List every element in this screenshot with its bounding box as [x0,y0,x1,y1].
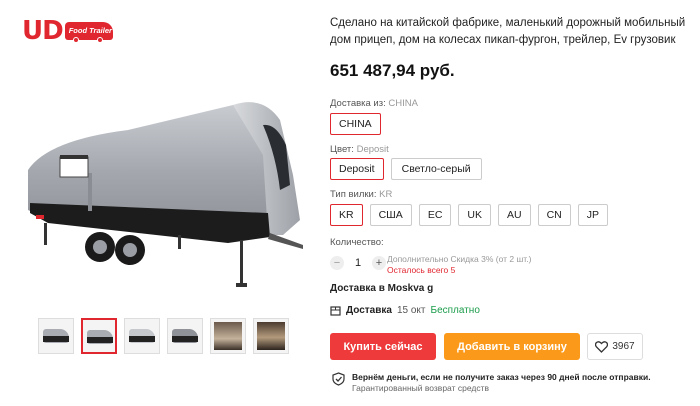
guarantee-title: Вернём деньги, если не получите заказ че… [352,372,651,382]
main-product-image[interactable] [18,95,308,295]
shield-check-icon [332,372,345,386]
money-back-guarantee: Вернём деньги, если не получите заказ че… [332,372,651,394]
discount-note: Дополнительно Скидка 3% (от 2 шт.) [387,254,532,264]
option-plug-uk[interactable]: UK [458,204,491,226]
ship-from-options: CHINA [330,113,381,135]
option-china[interactable]: CHINA [330,113,381,135]
logo-text: UD [22,16,64,46]
option-plug-ec[interactable]: EC [418,204,452,226]
delivery-box-icon [330,306,341,316]
thumbnail-3[interactable] [124,318,160,354]
plug-value: KR [379,189,393,200]
ship-from-value: CHINA [388,98,418,109]
option-plug-jp[interactable]: JP [577,204,609,226]
logo-subtitle: Food Trailer [68,26,112,35]
plug-label: Тип вилки: KR [330,189,393,200]
wishlist-count: 3967 [612,341,635,352]
option-plug-cn[interactable]: CN [537,204,571,226]
color-label: Цвет: Deposit [330,144,389,155]
option-plug-kr[interactable]: KR [330,204,363,226]
thumbnail-5[interactable] [210,318,246,354]
thumbnail-6[interactable] [253,318,289,354]
quantity-value[interactable]: 1 [344,257,372,269]
wishlist-button[interactable]: 3967 [587,333,643,360]
stock-note: Осталось всего 5 [387,265,456,275]
ship-from-label: Доставка из: CHINA [330,98,418,109]
quantity-plus-button[interactable]: + [372,256,386,270]
delivery-label: Доставка [346,305,392,316]
product-price: 651 487,94 руб. [330,61,455,80]
guarantee-subtitle: Гарантированный возврат средств [352,383,489,393]
delivery-info: Доставка 15 окт Бесплатно [330,305,480,316]
delivery-price: Бесплатно [430,305,480,316]
thumbnail-1[interactable] [38,318,74,354]
quantity-notes: Дополнительно Скидка 3% (от 2 шт.) Остал… [387,254,531,276]
color-value: Deposit [356,144,389,155]
brand-logo: UD Food Trailer [22,18,113,44]
thumbnail-4[interactable] [167,318,203,354]
option-color-deposit[interactable]: Deposit [330,158,384,180]
thumbnail-strip [38,318,289,354]
heart-icon [595,340,609,353]
buy-now-button[interactable]: Купить сейчас [330,333,436,360]
option-plug-au[interactable]: AU [498,204,531,226]
product-title: Сделано на китайской фабрике, маленький … [330,17,686,46]
plug-options: KR США EC UK AU CN JP [330,204,609,226]
food-truck-icon: Food Trailer [64,20,113,43]
ship-to-location[interactable]: Доставка в Moskva g [330,283,433,294]
delivery-date: 15 окт [396,305,426,316]
color-options: Deposit Светло-серый [330,158,482,180]
quantity-minus-button[interactable]: − [330,256,344,270]
quantity-stepper: − 1 + [330,256,386,270]
thumbnail-2-selected[interactable] [81,318,117,354]
add-to-cart-button[interactable]: Добавить в корзину [444,333,580,360]
option-plug-usa[interactable]: США [369,204,412,226]
option-color-light-gray[interactable]: Светло-серый [390,158,482,180]
quantity-label: Количество: [330,237,384,248]
